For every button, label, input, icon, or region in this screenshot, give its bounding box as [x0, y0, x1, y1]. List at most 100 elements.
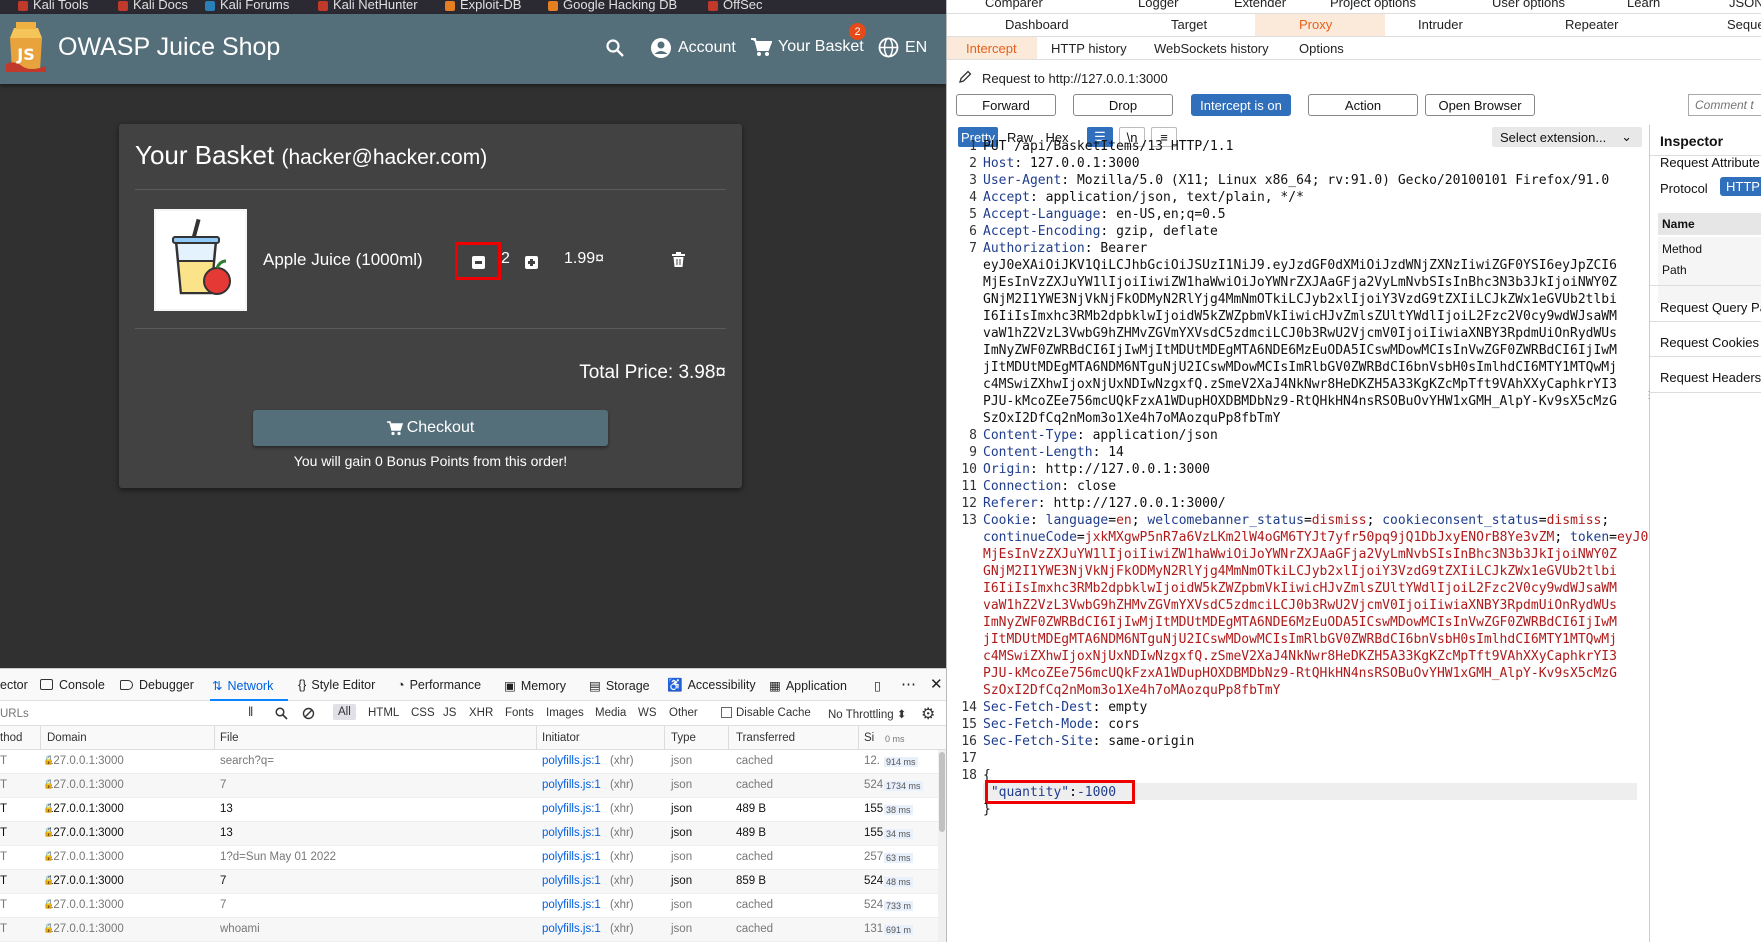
request-cookies-section[interactable]: Request Cookies	[1660, 335, 1759, 350]
tab-storage[interactable]: ▤ Storage	[589, 678, 650, 693]
column-waterfall[interactable]: 0 ms	[885, 734, 905, 744]
request-query-params-section[interactable]: Request Query Pa	[1660, 300, 1761, 315]
table-row[interactable]: T 127.0.0.1:3000 🔒 13 polyfills.js:1 (xhr) jso…	[0, 798, 946, 822]
request-initiator[interactable]: polyfills.js:1	[542, 779, 601, 791]
column-type[interactable]: Type	[671, 732, 696, 744]
tab-comparer[interactable]: Comparer	[985, 0, 1043, 10]
tab-user-options[interactable]: User options	[1492, 0, 1565, 10]
open-browser-button[interactable]: Open Browser	[1425, 94, 1535, 116]
app-title[interactable]: OWASP Juice Shop	[58, 33, 280, 62]
bookmark-google-hacking-db[interactable]: Google Hacking DB	[548, 0, 677, 12]
language-button[interactable]: EN	[878, 37, 927, 58]
throttling-select[interactable]: No Throttling ⬍	[828, 707, 906, 721]
bookmark-exploit-db[interactable]: Exploit-DB	[445, 0, 521, 12]
tab-console[interactable]: Console	[40, 678, 105, 692]
filter-images[interactable]: Images	[546, 707, 584, 719]
dock-icon[interactable]: ▯	[874, 678, 881, 693]
splitter-handle[interactable]: ⋮	[1644, 390, 1654, 401]
filter-js[interactable]: JS	[443, 707, 456, 719]
bookmark-kali-forums[interactable]: Kali Forums	[205, 0, 289, 12]
filter-css[interactable]: CSS	[411, 707, 435, 719]
table-row[interactable]: T 127.0.0.1:3000 🔒 whoami polyfills.js:1 (xhr…	[0, 918, 946, 942]
tab-options[interactable]: Options	[1299, 41, 1344, 56]
scrollbar[interactable]	[938, 750, 946, 942]
tab-dashboard[interactable]: Dashboard	[1005, 17, 1069, 32]
bookmark-kali-docs[interactable]: Kali Docs	[118, 0, 188, 12]
filter-fonts[interactable]: Fonts	[505, 707, 534, 719]
search-icon[interactable]	[605, 38, 625, 58]
more-icon[interactable]: ⋯	[901, 675, 916, 693]
basket-button[interactable]: Your Basket	[750, 37, 864, 57]
tab-application[interactable]: ▦ Application	[769, 678, 847, 693]
close-icon[interactable]: ✕	[930, 675, 943, 693]
column-size[interactable]: Si	[864, 732, 874, 744]
table-row[interactable]: T 127.0.0.1:3000 🔒 13 polyfills.js:1 (xhr) jso…	[0, 822, 946, 846]
tab-memory[interactable]: ▣ Memory	[504, 678, 566, 693]
select-extension-dropdown[interactable]: Select extension... ⌄	[1492, 127, 1642, 147]
trash-icon[interactable]	[672, 252, 685, 267]
bookmark-kali-tools[interactable]: Kali Tools	[18, 0, 88, 12]
filter-all[interactable]: All	[333, 704, 356, 720]
request-initiator[interactable]: polyfills.js:1	[542, 899, 601, 911]
search-icon[interactable]	[275, 707, 288, 720]
intercept-toggle-button[interactable]: Intercept is on	[1191, 94, 1291, 116]
tab-style-editor[interactable]: {} Style Editor	[298, 678, 375, 692]
protocol-http-toggle[interactable]: HTTP	[1720, 177, 1761, 196]
tab-accessibility[interactable]: ♿ Accessibility	[667, 678, 756, 693]
tab-proxy[interactable]: Proxy	[1299, 17, 1332, 32]
column-domain[interactable]: Domain	[47, 732, 87, 744]
request-initiator[interactable]: polyfills.js:1	[542, 827, 601, 839]
checkout-button[interactable]: Checkout	[253, 410, 608, 446]
filter-other[interactable]: Other	[669, 707, 698, 719]
request-initiator[interactable]: polyfills.js:1	[542, 923, 601, 935]
table-row[interactable]: T 127.0.0.1:3000 🔒 7 polyfills.js:1 (xhr) json…	[0, 774, 946, 798]
request-attributes-section[interactable]: Request Attribute	[1660, 155, 1760, 170]
action-button[interactable]: Action	[1308, 94, 1418, 116]
column-file[interactable]: File	[220, 732, 239, 744]
forward-button[interactable]: Forward	[956, 94, 1056, 116]
bookmark-offsec[interactable]: OffSec	[708, 0, 763, 12]
drop-button[interactable]: Drop	[1073, 94, 1173, 116]
column-initiator[interactable]: Initiator	[542, 732, 580, 744]
filter-media[interactable]: Media	[595, 707, 626, 719]
account-button[interactable]: Account	[650, 37, 736, 59]
filter-urls-input[interactable]	[0, 704, 230, 723]
request-initiator[interactable]: polyfills.js:1	[542, 851, 601, 863]
tab-json[interactable]: JSON	[1729, 0, 1761, 10]
tab-logger[interactable]: Logger	[1138, 0, 1178, 10]
settings-gear-icon[interactable]: ⚙	[921, 704, 935, 724]
column-transferred[interactable]: Transferred	[736, 732, 795, 744]
filter-html[interactable]: HTML	[368, 707, 399, 719]
clear-icon[interactable]	[302, 707, 315, 720]
tab-intercept[interactable]: Intercept	[966, 41, 1017, 56]
table-row[interactable]: T 127.0.0.1:3000 🔒 7 polyfills.js:1 (xhr) json…	[0, 870, 946, 894]
juice-shop-logo-icon[interactable]: JS	[4, 20, 48, 72]
tab-performance[interactable]: ◔ Performance	[397, 678, 481, 692]
tab-learn[interactable]: Learn	[1627, 0, 1660, 10]
tab-repeater[interactable]: Repeater	[1565, 17, 1618, 32]
bookmark-kali-nethunter[interactable]: Kali NetHunter	[318, 0, 418, 12]
tab-extender[interactable]: Extender	[1234, 0, 1286, 10]
disable-cache-toggle[interactable]: Disable Cache	[721, 707, 811, 719]
request-initiator[interactable]: polyfills.js:1	[542, 875, 601, 887]
tab-sequencer[interactable]: Seque	[1727, 17, 1761, 32]
request-headers-section[interactable]: Request Headers	[1660, 370, 1761, 385]
tab-intruder[interactable]: Intruder	[1418, 17, 1463, 32]
decrease-quantity-button[interactable]	[472, 256, 485, 269]
table-row[interactable]: T 127.0.0.1:3000 🔒 search?q= polyfills.js:1 (…	[0, 750, 946, 774]
filter-xhr[interactable]: XHR	[469, 707, 493, 719]
tab-http-history[interactable]: HTTP history	[1051, 41, 1127, 56]
increase-quantity-button[interactable]	[525, 256, 538, 269]
tab-inspector[interactable]: ector	[0, 678, 28, 692]
table-row[interactable]: T 127.0.0.1:3000 🔒 7 polyfills.js:1 (xhr) json…	[0, 894, 946, 918]
tab-websockets-history[interactable]: WebSockets history	[1154, 41, 1269, 56]
tab-project-options[interactable]: Project options	[1330, 0, 1416, 10]
request-initiator[interactable]: polyfills.js:1	[542, 755, 601, 767]
comment-input[interactable]	[1688, 94, 1761, 116]
column-method[interactable]: thod	[0, 732, 22, 744]
tab-network[interactable]: ⇅ Network	[212, 678, 273, 693]
request-initiator[interactable]: polyfills.js:1	[542, 803, 601, 815]
table-row[interactable]: T 127.0.0.1:3000 🔒 1?d=Sun May 01 2022 polyf…	[0, 846, 946, 870]
tab-debugger[interactable]: Debugger	[120, 678, 194, 692]
filter-ws[interactable]: WS	[638, 707, 657, 719]
